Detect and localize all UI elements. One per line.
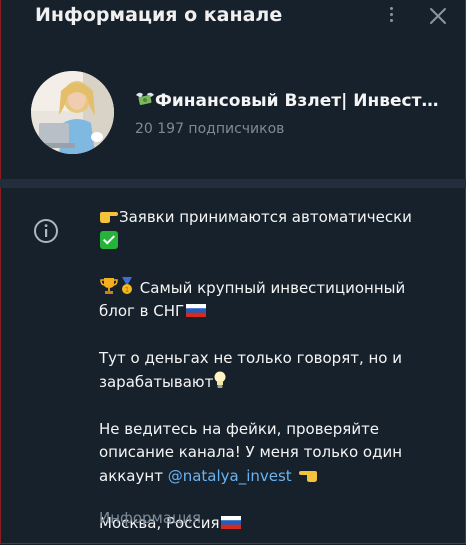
money-with-wings-icon xyxy=(136,92,154,105)
page-title: Информация о канале xyxy=(35,4,283,26)
description-line-2: 1 Самый крупный инвестиционный блог в СН… xyxy=(99,276,406,320)
channel-description: Заявки принимаются автоматически 1 Самый… xyxy=(99,206,429,535)
header: Информация о канале xyxy=(0,0,466,36)
russia-flag-icon xyxy=(221,515,242,529)
pointing-right-icon xyxy=(100,212,118,223)
description-line-1: Заявки принимаются автоматически xyxy=(99,206,429,253)
light-bulb-icon xyxy=(214,371,226,388)
check-mark-icon xyxy=(100,230,118,249)
section-divider xyxy=(0,179,466,188)
subscriber-count: 20 197 подписчиков xyxy=(135,121,285,137)
close-button[interactable] xyxy=(426,4,450,28)
svg-text:1: 1 xyxy=(125,286,129,294)
description-line-4: Не ведитесь на фейки, проверяйте описани… xyxy=(99,419,403,485)
pointing-left-icon xyxy=(299,470,318,482)
description-line-3: Тут о деньгах не только говорят, но и за… xyxy=(99,349,403,391)
gold-medal-icon: 1 xyxy=(122,276,132,294)
channel-avatar[interactable] xyxy=(31,71,114,154)
trophy-icon xyxy=(100,277,118,294)
info-label: Информация xyxy=(99,509,202,527)
avatar-photo xyxy=(31,71,114,154)
info-icon xyxy=(33,218,59,244)
channel-name: Финансовый Взлет| Инвест… xyxy=(135,90,438,111)
close-icon xyxy=(430,8,446,24)
account-link[interactable]: @natalya_invest xyxy=(168,467,292,485)
more-vertical-icon xyxy=(380,7,402,22)
russia-flag-icon xyxy=(186,304,207,317)
more-button[interactable] xyxy=(380,4,402,28)
